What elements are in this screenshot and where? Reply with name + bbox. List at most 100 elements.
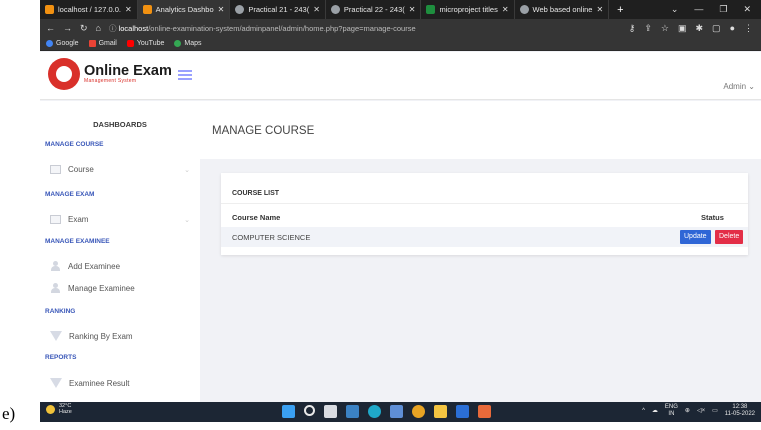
sidebar-section-manage-course: MANAGE COURSE — [45, 141, 104, 148]
sidebar-icon[interactable]: ▢ — [712, 23, 721, 34]
maps-icon — [174, 40, 182, 47]
windows-start-icon[interactable] — [282, 405, 295, 418]
language-indicator[interactable]: ENG IN — [665, 404, 678, 417]
close-icon[interactable]: ✕ — [218, 5, 225, 14]
weather-widget[interactable]: 32°C Haze — [46, 403, 72, 416]
task-view-icon[interactable] — [324, 405, 337, 418]
bookmark-youtube[interactable]: YouTube — [126, 40, 165, 47]
sidebar-item-label: Examinee Result — [69, 378, 130, 388]
tab-favicon — [45, 5, 54, 14]
browser-tab-6[interactable]: Web based online ✕ — [515, 0, 610, 19]
maximize-icon[interactable]: ❐ — [719, 4, 727, 15]
sidebar-item-course[interactable]: Course ⌄ — [50, 165, 190, 174]
home-icon[interactable]: ⌂ — [96, 23, 101, 33]
network-icon[interactable]: ⊕ — [685, 407, 690, 414]
close-icon[interactable]: ✕ — [743, 4, 751, 15]
chevron-down-icon: ⌄ — [184, 216, 190, 224]
chevron-up-icon[interactable]: ^ — [642, 408, 645, 414]
sidebar-item-exam[interactable]: Exam ⌄ — [50, 215, 190, 224]
delete-button[interactable]: Delete — [715, 230, 744, 244]
logo-subtitle: Management System — [84, 78, 137, 85]
minimize-icon[interactable]: — — [694, 4, 703, 15]
new-tab-icon[interactable]: + — [609, 4, 631, 16]
share-icon[interactable]: ⇪ — [644, 23, 652, 34]
bookmarks-bar: Google Gmail YouTube Maps — [40, 37, 761, 51]
close-icon[interactable]: ✕ — [313, 5, 320, 14]
browser-tab-4[interactable]: Practical 22 - 243( ✕ — [326, 0, 422, 19]
chrome-icon[interactable] — [412, 405, 425, 418]
tab-favicon — [330, 5, 340, 14]
sidebar-item-manage-examinee[interactable]: Manage Examinee — [50, 283, 190, 293]
widgets-icon[interactable] — [346, 405, 359, 418]
clock-date: 11-05-2022 — [724, 410, 755, 417]
sidebar-item-ranking-by-exam[interactable]: Ranking By Exam — [50, 331, 190, 341]
browser-tab-2[interactable]: Analytics Dashbo ✕ — [137, 0, 231, 19]
youtube-icon — [126, 40, 134, 47]
browser-tab-1[interactable]: localhost / 127.0.0. ✕ — [40, 0, 138, 19]
tab-favicon — [235, 5, 245, 14]
sidebar-item-examinee-result[interactable]: Examinee Result — [50, 378, 190, 388]
sidebar-item-label: Add Examinee — [68, 261, 121, 271]
bookmark-label: YouTube — [136, 40, 165, 47]
volume-icon[interactable]: ◁× — [697, 407, 705, 414]
analytics-app-icon[interactable] — [478, 405, 491, 418]
sidebar-section-manage-examinee: MANAGE EXAMINEE — [45, 238, 110, 245]
column-header-status: Status — [701, 213, 724, 222]
address-bar: ← → ↻ ⌂ ⓘ localhost/online-examination-s… — [40, 19, 761, 37]
bookmark-google[interactable]: Google — [46, 40, 79, 47]
language-label: ENG — [664, 404, 678, 410]
sidebar-item-label: Exam — [68, 215, 89, 224]
chevron-down-icon: ⌄ — [748, 82, 755, 91]
back-icon[interactable]: ← — [46, 23, 55, 33]
browser-tab-3[interactable]: Practical 21 - 243(✕ — [230, 0, 326, 19]
puzzle-icon[interactable]: ✱ — [696, 23, 704, 34]
page-title: MANAGE COURSE — [212, 125, 315, 137]
word-icon[interactable] — [456, 405, 469, 418]
update-button[interactable]: Update — [680, 230, 711, 244]
users-icon — [50, 283, 61, 293]
tab-label: localhost / 127.0.0. — [58, 5, 121, 14]
battery-icon[interactable]: ▭ — [712, 407, 718, 414]
bookmark-label: Gmail — [98, 40, 117, 47]
document-icon — [50, 215, 61, 224]
forward-icon[interactable]: → — [63, 23, 72, 33]
close-icon[interactable]: ✕ — [125, 5, 132, 14]
admin-label: Admin — [723, 82, 747, 91]
screenshot-frame: localhost / 127.0.0. ✕ Analytics Dashbo ✕ … — [40, 0, 761, 422]
star-icon[interactable]: ☆ — [661, 23, 669, 34]
app-header: Online Exam Management System Admin ⌄ — [40, 52, 761, 100]
bookmark-label: Maps — [184, 40, 202, 47]
app-logo[interactable]: Online Exam Management System — [48, 58, 172, 90]
window-controls: ⌄ — ❐ ✕ — [671, 4, 761, 15]
cloud-icon[interactable]: ☁ — [652, 407, 658, 414]
tab-favicon — [426, 5, 436, 14]
table-row: COMPUTER SCIENCE Update Delete — [221, 227, 748, 247]
sidebar-item-add-examinee[interactable]: Add Examinee — [50, 261, 190, 271]
tab-label: Practical 21 - 243( — [248, 5, 310, 14]
weather-text: 32°C Haze — [59, 403, 72, 416]
close-icon[interactable]: ✕ — [502, 5, 509, 14]
reload-icon[interactable]: ↻ — [80, 23, 88, 34]
url-field[interactable]: ⓘ localhost/online-examination-system/ad… — [109, 23, 416, 34]
extension-icon[interactable]: ▣ — [678, 23, 687, 34]
search-icon[interactable] — [304, 405, 315, 416]
close-icon[interactable]: ✕ — [409, 5, 416, 14]
browser-tab-5[interactable]: microproject titles ✕ — [421, 0, 515, 19]
close-icon[interactable]: ✕ — [596, 5, 603, 14]
bookmark-gmail[interactable]: Gmail — [88, 40, 117, 47]
menu-icon[interactable]: ⋮ — [744, 23, 753, 34]
tab-favicon — [142, 5, 152, 14]
tab-label: Practical 22 - 243( — [343, 5, 405, 14]
key-icon[interactable]: ⚷ — [629, 23, 636, 34]
profile-icon[interactable]: ● — [730, 23, 735, 34]
sidebar-section-reports: REPORTS — [45, 354, 77, 361]
edge-browser-icon[interactable] — [368, 405, 381, 418]
hamburger-menu-icon[interactable] — [178, 70, 192, 80]
admin-user-menu[interactable]: Admin ⌄ — [723, 82, 755, 91]
file-explorer-icon[interactable] — [434, 405, 447, 418]
clock[interactable]: 12:38 11-05-2022 — [725, 404, 755, 417]
bookmark-maps[interactable]: Maps — [174, 40, 202, 47]
chevron-down-icon[interactable]: ⌄ — [671, 4, 679, 15]
store-icon[interactable] — [390, 405, 403, 418]
sidebar-title: DASHBOARDS — [93, 120, 147, 129]
